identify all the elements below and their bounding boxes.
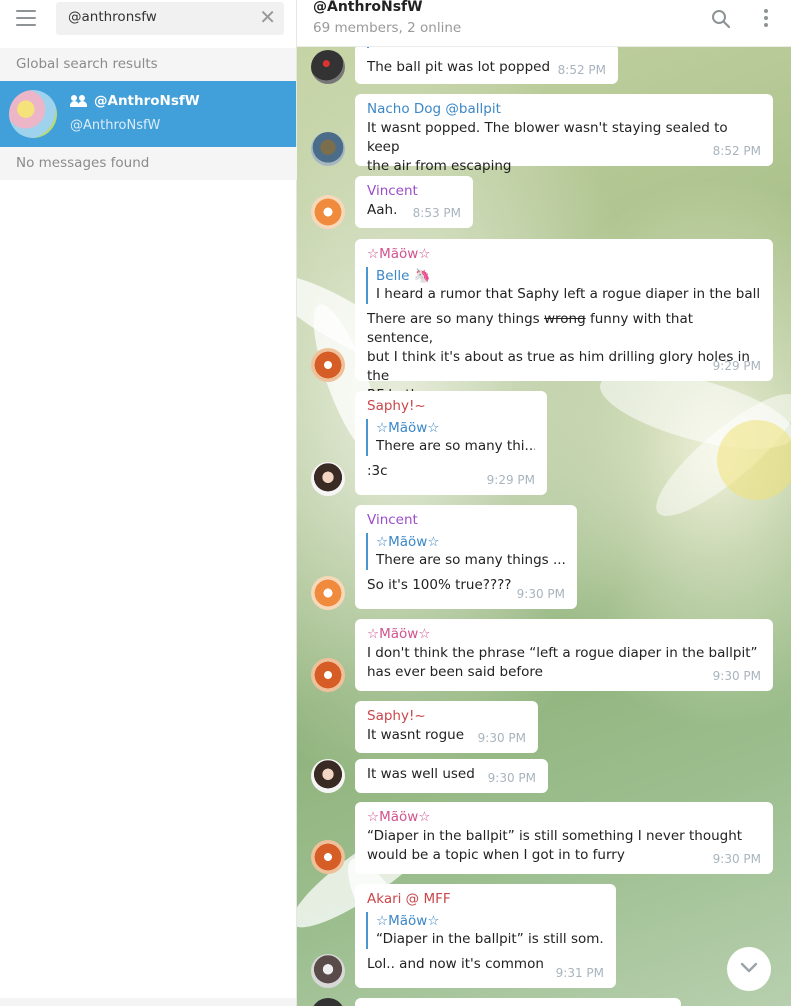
message-bubble[interactable]: Vincent Aah. 8:53 PM xyxy=(355,176,473,228)
message-time: 9:29 PM xyxy=(712,359,761,373)
message-text: the air from escaping xyxy=(367,158,512,174)
sender-name[interactable]: Nacho Dog @ballpit xyxy=(367,100,761,118)
message-time: 9:29 PM xyxy=(486,473,535,487)
message-time: 9:30 PM xyxy=(516,587,565,601)
message-text: There are so many things wrong funny wit… xyxy=(367,311,694,346)
avatar[interactable] xyxy=(311,132,345,166)
message-text: I don't think the phrase “left a rogue d… xyxy=(367,645,758,661)
group-icon xyxy=(70,95,88,107)
sender-name[interactable]: ☆Mãöw☆ xyxy=(367,245,761,263)
message-time: 8:53 PM xyxy=(412,206,461,220)
reply-quote[interactable]: Belle 🦄 I heard a rumor that Saphy left … xyxy=(366,267,761,304)
reply-text: There are so many things ... xyxy=(376,552,565,568)
avatar[interactable] xyxy=(311,840,345,874)
reply-sender: Belle 🦄 xyxy=(376,268,431,284)
message-text: :3c xyxy=(367,463,388,479)
message-time: 9:30 PM xyxy=(712,669,761,683)
reply-quote[interactable]: ☆Mãöw☆ There are so many thi... xyxy=(366,419,535,456)
sender-name[interactable]: ☆Mãöw☆ xyxy=(367,808,761,826)
message-time: 8:52 PM xyxy=(712,144,761,158)
reply-sender: ☆Mãöw☆ xyxy=(376,534,440,550)
avatar[interactable] xyxy=(311,759,345,793)
chat-status: 69 members, 2 online xyxy=(313,20,462,36)
message-text: It was well used xyxy=(367,766,475,782)
avatar xyxy=(9,90,57,138)
scroll-down-button[interactable] xyxy=(727,947,771,991)
search-result-item[interactable]: @AnthroNsfW @AnthroNsfW xyxy=(0,81,296,147)
message-text: It wasnt popped. The blower wasn't stayi… xyxy=(367,120,728,155)
chat-header[interactable]: @AnthroNsfW 69 members, 2 online xyxy=(297,0,791,47)
message-text: has ever been said before xyxy=(367,664,543,680)
message-time: 9:31 PM xyxy=(555,966,604,980)
message-text: Aah. xyxy=(367,202,398,218)
message-time: 8:52 PM xyxy=(557,63,606,77)
divider xyxy=(0,998,296,1006)
search-bar: ✕ xyxy=(0,0,296,37)
search-icon[interactable] xyxy=(711,9,731,29)
result-title: @AnthroNsfW xyxy=(70,93,200,109)
hamburger-menu-icon[interactable] xyxy=(16,10,36,26)
sender-name[interactable]: Vincent xyxy=(367,511,565,529)
result-username: @AnthroNsfW xyxy=(70,118,161,133)
no-messages-label: No messages found xyxy=(0,147,312,180)
chevron-down-icon xyxy=(740,962,758,973)
sender-name[interactable]: Saphy!~ xyxy=(367,397,535,415)
avatar[interactable] xyxy=(311,954,345,988)
message-bubble[interactable]: ☆Mãöw☆ Belle 🦄 I heard a rumor that Saph… xyxy=(355,239,773,403)
sender-name[interactable]: Akari @ MFF xyxy=(367,890,604,908)
message-text: It wasnt rogue xyxy=(367,727,464,743)
avatar[interactable] xyxy=(311,195,345,229)
message-bubble[interactable]: Nacho Dog @ballpit It wasnt popped. The … xyxy=(355,94,773,174)
clear-search-icon[interactable]: ✕ xyxy=(259,7,276,27)
reply-sender: ☆Mãöw☆ xyxy=(376,913,440,929)
message-text: but I think it's about as true as him dr… xyxy=(367,349,750,384)
search-input[interactable] xyxy=(68,9,253,25)
avatar[interactable] xyxy=(311,462,345,496)
global-search-header: Global search results xyxy=(0,48,296,81)
message-time: 9:30 PM xyxy=(477,731,526,745)
message-text: So it's 100% true???? xyxy=(367,577,512,593)
chat-panel: @AnthroNsfW 69 members, 2 online The bal… xyxy=(297,0,791,1006)
message-bubble[interactable]: ☆Mãöw☆ “Diaper in the ballpit” is still … xyxy=(355,802,773,874)
message-text: Lol.. and now it's common xyxy=(367,956,544,972)
avatar[interactable] xyxy=(311,50,345,84)
sender-name[interactable]: Saphy!~ xyxy=(367,707,526,725)
message-text: The ball pit was lot popped xyxy=(367,59,551,75)
message-bubble[interactable]: Akari @ MFF ☆Mãöw☆ “Diaper in the ballpi… xyxy=(355,884,616,988)
avatar[interactable] xyxy=(311,658,345,692)
message-bubble[interactable]: Vincent ☆Mãöw☆ There are so many things … xyxy=(355,505,577,609)
avatar[interactable] xyxy=(311,576,345,610)
message-text: would be a topic when I got in to furry xyxy=(367,847,625,863)
sender-name[interactable]: Vincent xyxy=(367,182,461,200)
message-time: 9:30 PM xyxy=(487,771,536,785)
message-bubble[interactable]: The ball pit was lot popped 8:52 PM xyxy=(355,42,618,84)
message-bubble[interactable]: It was well used 9:30 PM xyxy=(355,759,548,793)
message-text: “Diaper in the ballpit” is still somethi… xyxy=(367,828,743,844)
avatar[interactable] xyxy=(311,348,345,382)
reply-quote[interactable]: ☆Mãöw☆ There are so many things ... xyxy=(366,533,565,570)
avatar[interactable] xyxy=(311,998,345,1006)
chat-title[interactable]: @AnthroNsfW xyxy=(313,0,423,15)
message-bubble[interactable]: Saphy!~ It wasnt rogue 9:30 PM xyxy=(355,701,538,753)
more-options-icon[interactable] xyxy=(763,9,769,29)
message-bubble[interactable]: Saphy!~ ☆Mãöw☆ There are so many thi... … xyxy=(355,391,547,495)
sender-name[interactable]: ☆Mãöw☆ xyxy=(367,625,761,643)
message-time: 9:30 PM xyxy=(712,852,761,866)
reply-text: I heard a rumor that Saphy left a rogue … xyxy=(376,286,761,302)
left-panel: ✕ Global search results @AnthroNsfW @Ant… xyxy=(0,0,312,1006)
result-title-text: @AnthroNsfW xyxy=(94,93,200,109)
background-flower-center xyxy=(717,420,791,500)
message-bubble[interactable] xyxy=(355,998,681,1006)
search-box[interactable]: ✕ xyxy=(56,2,284,35)
reply-text: “Diaper in the ballpit” is still som... xyxy=(376,931,604,947)
reply-text: There are so many thi... xyxy=(376,438,535,454)
reply-sender: ☆Mãöw☆ xyxy=(376,420,440,436)
message-bubble[interactable]: ☆Mãöw☆ I don't think the phrase “left a … xyxy=(355,619,773,691)
reply-quote[interactable]: ☆Mãöw☆ “Diaper in the ballpit” is still … xyxy=(366,912,604,949)
